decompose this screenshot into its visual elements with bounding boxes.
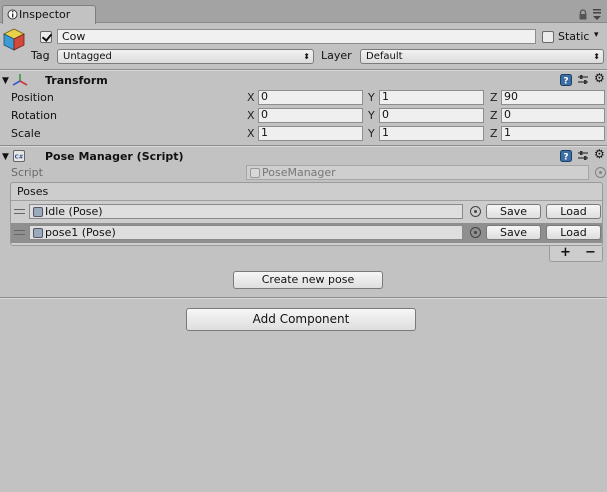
pose-manager-foldout[interactable]: ▼ [2, 152, 9, 162]
script-value: PoseManager [262, 166, 336, 179]
svg-text:C#: C# [15, 155, 24, 161]
script-label: Script [11, 166, 43, 179]
load-button[interactable]: Load [546, 204, 601, 219]
tag-value: Untagged [63, 51, 112, 62]
scale-x-field[interactable]: 1 [258, 126, 363, 141]
create-new-pose-button[interactable]: Create new pose [233, 271, 383, 289]
help-icon[interactable]: ? [560, 74, 572, 86]
save-button[interactable]: Save [486, 225, 541, 240]
lock-icon[interactable] [577, 9, 589, 21]
axis-y-label[interactable]: Y [368, 91, 375, 104]
position-y-field[interactable]: 1 [379, 90, 484, 105]
poses-header: Poses [17, 185, 49, 198]
pose-name: pose1 (Pose) [45, 226, 116, 239]
load-button[interactable]: Load [546, 225, 601, 240]
divider [0, 298, 607, 299]
drag-handle-icon[interactable] [14, 209, 25, 214]
add-component-button[interactable]: Add Component [186, 308, 416, 331]
rotation-label: Rotation [11, 109, 58, 122]
tag-dropdown[interactable]: Untagged ⬍ [57, 49, 314, 64]
remove-item-button[interactable]: − [585, 246, 596, 260]
static-label: Static [558, 30, 590, 43]
rotation-x-field[interactable]: 0 [258, 108, 363, 123]
axis-z-label[interactable]: Z [490, 109, 498, 122]
axis-x-label[interactable]: X [247, 127, 255, 140]
presets-icon[interactable] [577, 150, 589, 162]
layer-value: Default [366, 51, 403, 62]
layer-dropdown[interactable]: Default ⬍ [360, 49, 604, 64]
tab-inspector-label: Inspector [19, 8, 71, 21]
save-button[interactable]: Save [486, 204, 541, 219]
presets-icon[interactable] [577, 74, 589, 86]
divider [0, 146, 607, 147]
gear-icon[interactable]: ⚙ [594, 147, 605, 161]
axis-x-label[interactable]: X [247, 91, 255, 104]
axis-z-label[interactable]: Z [490, 91, 498, 104]
pose-field[interactable]: pose1 (Pose) [29, 225, 463, 240]
add-item-button[interactable]: + [560, 246, 571, 260]
transform-axes-icon [12, 74, 28, 86]
rotation-z-field[interactable]: 0 [501, 108, 605, 123]
axis-y-label[interactable]: Y [368, 127, 375, 140]
menu-icon[interactable] [591, 7, 603, 21]
svg-text:?: ? [563, 153, 568, 163]
object-picker-icon [595, 167, 606, 178]
transform-foldout[interactable]: ▼ [2, 76, 9, 86]
tab-inspector[interactable]: Inspector [2, 5, 96, 24]
object-picker-icon[interactable] [470, 227, 481, 238]
script-field: PoseManager [246, 165, 589, 180]
name-field[interactable]: Cow [57, 29, 536, 44]
divider [0, 70, 607, 71]
position-z-field[interactable]: 90 [501, 90, 605, 105]
pose-name: Idle (Pose) [45, 205, 103, 218]
help-icon[interactable]: ? [560, 150, 572, 162]
object-picker-icon[interactable] [470, 206, 481, 217]
position-x-field[interactable]: 0 [258, 90, 363, 105]
pose-field[interactable]: Idle (Pose) [29, 204, 463, 219]
axis-z-label[interactable]: Z [490, 127, 498, 140]
inspector-icon [7, 9, 18, 20]
static-checkbox[interactable] [542, 31, 554, 43]
gear-icon[interactable]: ⚙ [594, 71, 605, 85]
axis-x-label[interactable]: X [247, 109, 255, 122]
static-dropdown-arrow[interactable]: ▾ [594, 30, 599, 40]
transform-title: Transform [45, 74, 108, 87]
script-icon: C# [13, 150, 25, 162]
pose-asset-icon [33, 228, 43, 238]
axis-y-label[interactable]: Y [368, 109, 375, 122]
scale-y-field[interactable]: 1 [379, 126, 484, 141]
svg-text:?: ? [563, 77, 568, 87]
tag-label: Tag [31, 49, 50, 62]
chevron-updown-icon: ⬍ [303, 52, 310, 61]
layer-label: Layer [321, 49, 352, 62]
divider [11, 200, 602, 201]
drag-handle-icon[interactable] [14, 230, 25, 235]
rotation-y-field[interactable]: 0 [379, 108, 484, 123]
pose-manager-title: Pose Manager (Script) [45, 150, 184, 163]
script-icon [250, 168, 260, 178]
chevron-updown-icon: ⬍ [593, 52, 600, 61]
cube-icon [3, 28, 25, 51]
active-checkbox[interactable] [40, 31, 52, 43]
position-label: Position [11, 91, 54, 104]
scale-z-field[interactable]: 1 [501, 126, 605, 141]
scale-label: Scale [11, 127, 41, 140]
pose-asset-icon [33, 207, 43, 217]
